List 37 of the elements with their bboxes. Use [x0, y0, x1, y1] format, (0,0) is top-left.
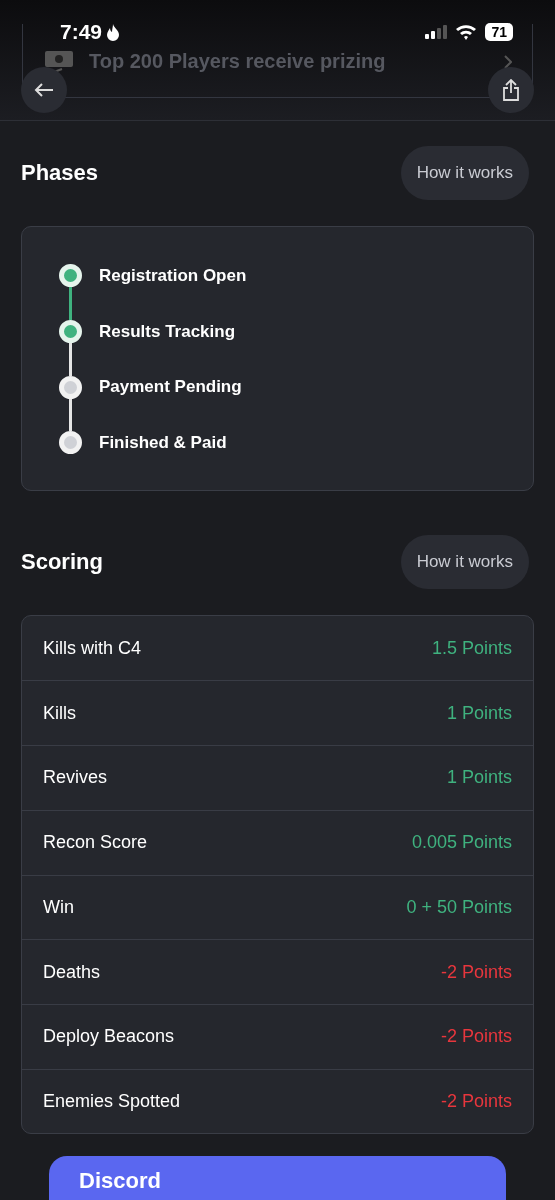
how-it-works-button[interactable]: How it works: [400, 146, 529, 200]
rule-name: Kills with C4: [43, 637, 142, 659]
chevron-right-icon: [504, 54, 512, 69]
step-label: Payment Pending: [99, 377, 242, 398]
rule-points: 1 Points: [446, 702, 512, 724]
back-arrow-icon: [34, 82, 54, 98]
money-icon: [45, 50, 73, 73]
share-button[interactable]: [488, 67, 534, 113]
rule-name: Deploy Beacons: [43, 1026, 175, 1048]
how-it-works-button[interactable]: How it works: [400, 534, 529, 589]
banner-text: Top 200 Players receive prizing: [89, 50, 387, 73]
section-title: Phases: [21, 160, 99, 186]
signal-icon: [425, 25, 448, 39]
promo-card[interactable]: Discord: [49, 1156, 506, 1200]
wifi-icon: [455, 24, 478, 40]
rule-points: 0 + 50 Points: [406, 896, 512, 918]
share-icon: [502, 79, 520, 101]
rule-points: -2 Points: [440, 1090, 512, 1112]
rule-name: Recon Score: [43, 832, 148, 854]
rule-points: 1 Points: [446, 767, 512, 789]
section-title: Scoring: [21, 548, 103, 575]
battery-indicator: 71: [485, 23, 513, 41]
rule-points: -2 Points: [440, 961, 512, 983]
step-label: Registration Open: [99, 265, 247, 286]
rule-name: Kills: [43, 702, 76, 724]
step-label: Finished & Paid: [99, 432, 227, 453]
rule-name: Deaths: [43, 961, 101, 983]
flame-icon: [106, 23, 121, 41]
rule-name: Enemies Spotted: [43, 1090, 181, 1112]
rule-points: -2 Points: [440, 1026, 512, 1048]
back-button[interactable]: [21, 67, 67, 113]
rule-name: Win: [43, 896, 74, 918]
step-label: Results Tracking: [99, 321, 236, 342]
rule-points: 1.5 Points: [431, 637, 512, 659]
rule-name: Revives: [43, 767, 108, 789]
rule-points: 0.005 Points: [411, 832, 512, 854]
promo-title: Discord: [79, 1168, 161, 1194]
